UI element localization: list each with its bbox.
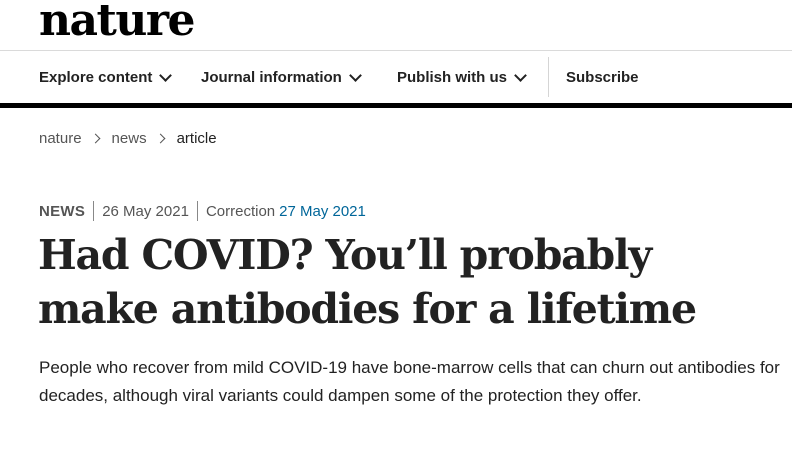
site-header: nature bbox=[0, 0, 792, 51]
correction-date-link[interactable]: 27 May 2021 bbox=[279, 203, 366, 220]
nature-logo[interactable]: nature bbox=[39, 0, 196, 46]
nav-journal-information-label: Journal information bbox=[201, 68, 342, 86]
nav-journal-information[interactable]: Journal information bbox=[201, 51, 362, 103]
meta-divider bbox=[196, 201, 198, 221]
article-meta: NEWS 26 May 2021 Correction 27 May 2021 bbox=[39, 201, 366, 221]
chevron-right-icon bbox=[90, 133, 100, 144]
correction-label: Correction bbox=[205, 202, 276, 220]
breadcrumb-article: article bbox=[176, 130, 217, 147]
breadcrumb-nature[interactable]: nature bbox=[39, 130, 82, 147]
nav-subscribe-label: Subscribe bbox=[566, 68, 639, 86]
nav-explore-content[interactable]: Explore content bbox=[39, 51, 173, 103]
nav-divider bbox=[548, 57, 549, 97]
chevron-down-icon bbox=[159, 68, 173, 82]
chevron-down-icon bbox=[514, 68, 527, 82]
breadcrumb: nature news article bbox=[39, 130, 217, 147]
nav-subscribe[interactable]: Subscribe bbox=[566, 51, 639, 103]
breadcrumb-news[interactable]: news bbox=[112, 130, 147, 147]
nav-explore-content-label: Explore content bbox=[39, 68, 153, 86]
published-date: 26 May 2021 bbox=[102, 202, 189, 220]
nav-publish-with-us[interactable]: Publish with us bbox=[397, 51, 527, 103]
main-nav: Explore content Journal information Publ… bbox=[0, 51, 792, 108]
meta-divider bbox=[93, 201, 95, 221]
chevron-right-icon bbox=[155, 133, 166, 144]
article-type: NEWS bbox=[39, 202, 86, 220]
article-title: Had COVID? You’ll probably make antibodi… bbox=[38, 231, 697, 333]
nav-publish-with-us-label: Publish with us bbox=[397, 68, 508, 86]
article-standfirst: People who recover from mild COVID-19 ha… bbox=[39, 358, 780, 405]
chevron-down-icon bbox=[348, 68, 362, 82]
